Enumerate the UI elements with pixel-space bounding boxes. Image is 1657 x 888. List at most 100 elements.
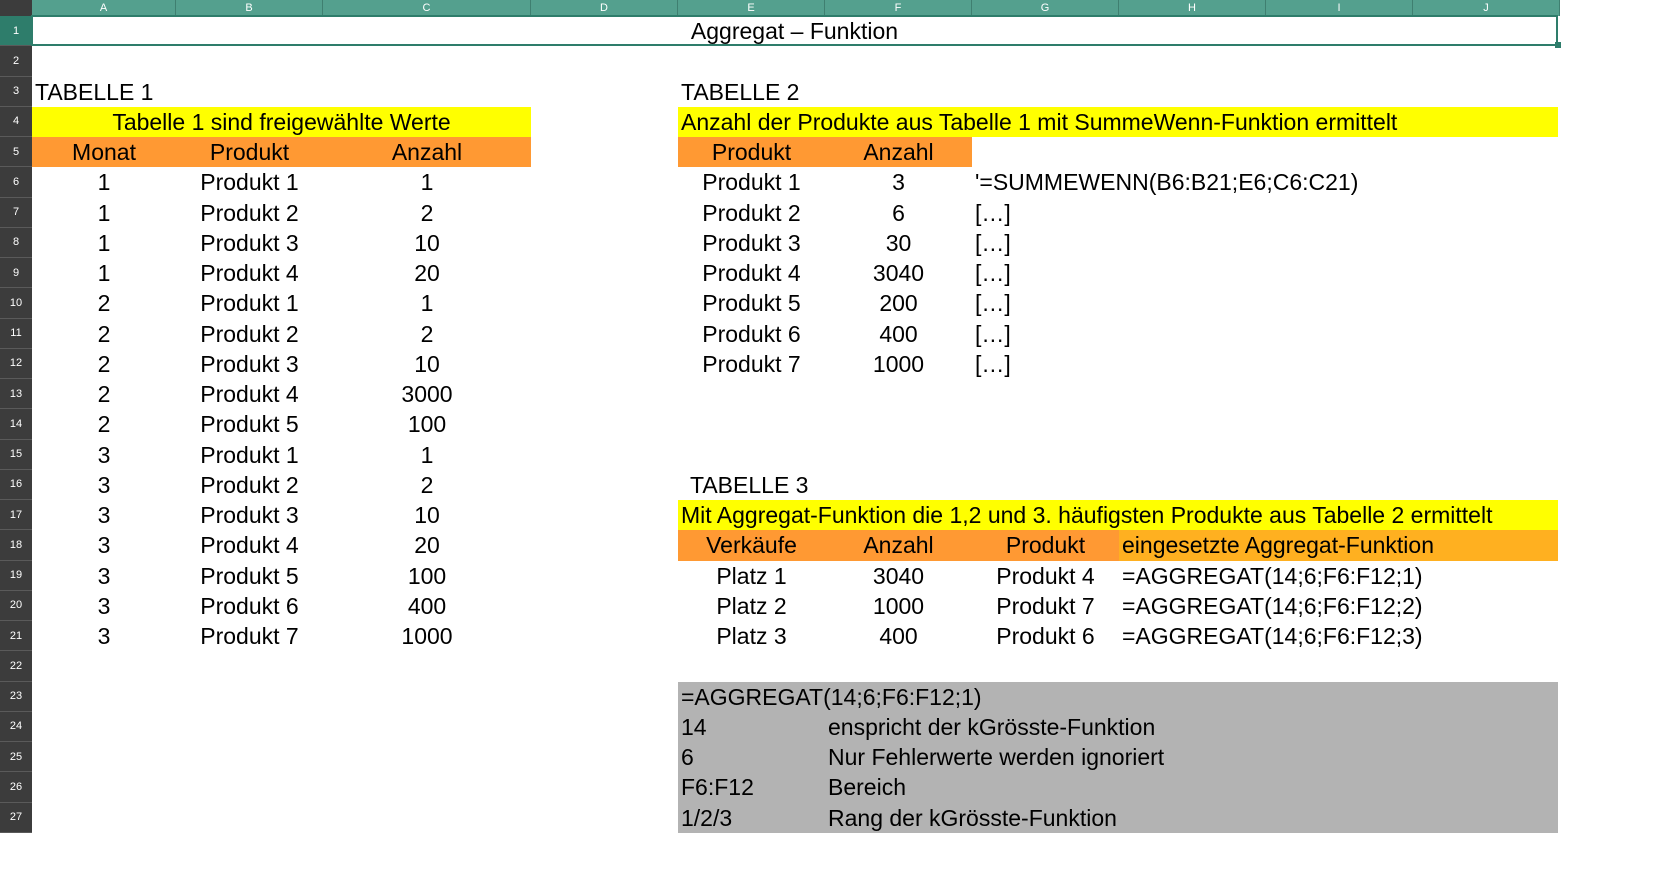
row-header-9[interactable]: 9 [0, 258, 32, 289]
table3-header-3[interactable]: eingesetzte Aggregat-Funktion [1119, 529, 1561, 561]
table3-cell[interactable]: =AGGREGAT(14;6;F6:F12;3) [1119, 620, 1561, 652]
column-header-d[interactable]: D [531, 0, 678, 16]
legend-key[interactable]: 14 [678, 711, 828, 743]
row-header-24[interactable]: 24 [0, 711, 32, 742]
table1-cell[interactable]: 2 [32, 408, 176, 440]
table2-cell-produkt[interactable]: Produkt 7 [678, 348, 825, 380]
row-header-5[interactable]: 5 [0, 137, 32, 168]
row-header-17[interactable]: 17 [0, 500, 32, 531]
table2-cell-formula[interactable]: […] [972, 227, 1475, 259]
column-header-i[interactable]: I [1266, 0, 1413, 16]
table3-cell[interactable]: Platz 1 [678, 560, 825, 592]
table2-heading[interactable]: TABELLE 2 [678, 76, 981, 108]
table1-cell[interactable]: Produkt 4 [176, 257, 323, 289]
table3-cell[interactable]: Platz 2 [678, 590, 825, 622]
row-header-12[interactable]: 12 [0, 348, 32, 379]
row-header-19[interactable]: 19 [0, 560, 32, 591]
row-header-6[interactable]: 6 [0, 167, 32, 198]
table1-cell[interactable]: 2 [323, 469, 531, 501]
table3-header-1[interactable]: Anzahl [825, 529, 972, 561]
row-header-16[interactable]: 16 [0, 469, 32, 500]
column-header-j[interactable]: J [1413, 0, 1560, 16]
table1-cell[interactable]: 10 [323, 227, 531, 259]
table2-cell-anzahl[interactable]: 3040 [825, 257, 972, 289]
table2-cell-formula[interactable]: […] [972, 257, 1475, 289]
row-header-7[interactable]: 7 [0, 197, 32, 228]
table2-cell-produkt[interactable]: Produkt 2 [678, 197, 825, 229]
table1-cell[interactable]: 10 [323, 499, 531, 531]
table3-cell[interactable]: 3040 [825, 560, 972, 592]
table1-cell[interactable]: Produkt 3 [176, 348, 323, 380]
table3-caption[interactable]: Mit Aggregat-Funktion die 1,2 und 3. häu… [678, 499, 1561, 531]
table1-cell[interactable]: 2 [32, 348, 176, 380]
row-header-2[interactable]: 2 [0, 46, 32, 77]
table2-header-anzahl[interactable]: Anzahl [825, 136, 972, 168]
table1-cell[interactable]: Produkt 4 [176, 378, 323, 410]
table1-cell[interactable]: 1 [323, 287, 531, 319]
legend-key[interactable]: 1/2/3 [678, 802, 828, 834]
table1-cell[interactable]: Produkt 1 [176, 166, 323, 198]
legend-desc[interactable]: Nur Fehlerwerte werden ignoriert [825, 741, 1428, 773]
table1-cell[interactable]: 2 [323, 318, 531, 350]
table3-cell[interactable]: =AGGREGAT(14;6;F6:F12;2) [1119, 590, 1561, 622]
table2-cell-anzahl[interactable]: 3 [825, 166, 972, 198]
table2-caption[interactable]: Anzahl der Produkte aus Tabelle 1 mit Su… [678, 106, 1561, 138]
table1-cell[interactable]: 1 [32, 166, 176, 198]
row-header-15[interactable]: 15 [0, 439, 32, 470]
table1-cell[interactable]: 3 [32, 439, 176, 471]
row-header-4[interactable]: 4 [0, 106, 32, 137]
table3-header-0[interactable]: Verkäufe [678, 529, 825, 561]
table1-cell[interactable]: 1 [32, 227, 176, 259]
table2-cell-formula[interactable]: […] [972, 318, 1475, 350]
row-header-23[interactable]: 23 [0, 681, 32, 712]
table1-cell[interactable]: 1 [32, 197, 176, 229]
legend-formula[interactable]: =AGGREGAT(14;6;F6:F12;1) [678, 681, 1561, 713]
table1-cell[interactable]: Produkt 7 [176, 620, 323, 652]
table1-cell[interactable]: 3 [32, 620, 176, 652]
table1-caption[interactable]: Tabelle 1 sind freigewählte Werte [32, 106, 531, 138]
table3-cell[interactable]: 1000 [825, 590, 972, 622]
table2-cell-anzahl[interactable]: 30 [825, 227, 972, 259]
column-header-g[interactable]: G [972, 0, 1119, 16]
table1-cell[interactable]: 400 [323, 590, 531, 622]
table1-header-monat[interactable]: Monat [32, 136, 176, 168]
table1-cell[interactable]: 2 [32, 287, 176, 319]
table1-cell[interactable]: Produkt 3 [176, 499, 323, 531]
row-header-1[interactable]: 1 [0, 16, 32, 47]
table1-cell[interactable]: 20 [323, 529, 531, 561]
table2-cell-anzahl[interactable]: 6 [825, 197, 972, 229]
table1-cell[interactable]: 2 [32, 318, 176, 350]
table2-cell-produkt[interactable]: Produkt 6 [678, 318, 825, 350]
table2-cell-produkt[interactable]: Produkt 5 [678, 287, 825, 319]
table1-cell[interactable]: 100 [323, 408, 531, 440]
table3-cell[interactable]: 400 [825, 620, 972, 652]
table3-cell[interactable]: Produkt 7 [972, 590, 1119, 622]
select-all-corner[interactable] [0, 0, 32, 16]
table1-cell[interactable]: 2 [32, 378, 176, 410]
table2-cell-produkt[interactable]: Produkt 3 [678, 227, 825, 259]
table1-cell[interactable]: Produkt 5 [176, 408, 323, 440]
table2-cell-anzahl[interactable]: 200 [825, 287, 972, 319]
legend-key[interactable]: 6 [678, 741, 828, 773]
row-header-22[interactable]: 22 [0, 651, 32, 682]
table3-cell[interactable]: =AGGREGAT(14;6;F6:F12;1) [1119, 560, 1561, 592]
table1-cell[interactable]: Produkt 1 [176, 287, 323, 319]
column-header-b[interactable]: B [176, 0, 323, 16]
table3-cell[interactable]: Platz 3 [678, 620, 825, 652]
table1-cell[interactable]: Produkt 5 [176, 560, 323, 592]
column-header-e[interactable]: E [678, 0, 825, 16]
row-header-27[interactable]: 27 [0, 802, 32, 833]
legend-desc[interactable]: Rang der kGrösste-Funktion [825, 802, 1428, 834]
table1-cell[interactable]: 1 [32, 257, 176, 289]
table1-cell[interactable]: Produkt 3 [176, 227, 323, 259]
row-header-18[interactable]: 18 [0, 530, 32, 561]
legend-desc[interactable]: enspricht der kGrösste-Funktion [825, 711, 1428, 743]
column-header-h[interactable]: H [1119, 0, 1266, 16]
row-header-20[interactable]: 20 [0, 590, 32, 621]
table1-cell[interactable]: 1 [323, 439, 531, 471]
table1-cell[interactable]: 1000 [323, 620, 531, 652]
row-header-14[interactable]: 14 [0, 409, 32, 440]
table1-cell[interactable]: 100 [323, 560, 531, 592]
column-header-a[interactable]: A [32, 0, 176, 16]
table2-cell-produkt[interactable]: Produkt 4 [678, 257, 825, 289]
